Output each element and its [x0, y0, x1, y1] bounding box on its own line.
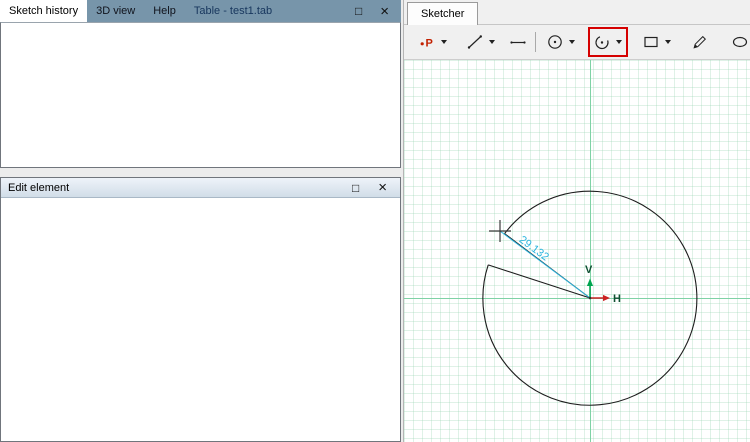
edit-window-buttons: □ ×: [352, 180, 393, 195]
sketch-history-panel: Sketch history 3D view Help Table - test…: [0, 0, 401, 168]
radius-dimension-label: 29.132: [517, 234, 551, 264]
rectangle-tool-group: [640, 31, 674, 53]
line-tool-dropdown[interactable]: [486, 31, 498, 53]
horizontal-line-tool-button[interactable]: [508, 31, 527, 53]
maximize-icon[interactable]: □: [352, 182, 359, 194]
spline-tool-button[interactable]: [690, 31, 709, 53]
origin-point: [588, 296, 592, 300]
point-icon: P: [420, 38, 433, 50]
tab-sketch-history[interactable]: Sketch history: [0, 0, 88, 22]
sketch-history-content: [0, 22, 401, 168]
sketch-canvas[interactable]: 29.132 H V: [404, 59, 750, 442]
panel-window-buttons: □ ×: [355, 0, 401, 22]
h-axis-arrowhead: [603, 294, 610, 302]
dimension-leader-line: [499, 230, 591, 299]
maximize-icon[interactable]: □: [355, 5, 362, 17]
sketch-drawing: 29.132 H V: [404, 60, 750, 442]
tab-help[interactable]: Help: [144, 0, 185, 22]
rectangle-tool-dropdown[interactable]: [662, 31, 674, 53]
point-tool-group: P: [416, 31, 450, 53]
circle-tool-group: [544, 31, 578, 53]
v-axis-arrowhead: [586, 278, 594, 286]
edit-element-panel: Edit element □ ×: [0, 177, 401, 442]
line-tool-button[interactable]: [464, 31, 486, 53]
circle-icon: [548, 35, 563, 49]
ellipse-tool-button[interactable]: [731, 31, 750, 53]
rectangle-icon: [644, 36, 658, 48]
arc-tool-group-highlighted: [588, 27, 629, 57]
arc-tool-dropdown[interactable]: [613, 31, 625, 53]
chevron-down-icon: [665, 40, 672, 44]
ellipse-icon: [733, 36, 748, 48]
h-axis-label: H: [613, 293, 621, 305]
point-tool-button[interactable]: P: [416, 31, 438, 53]
edit-element-title: Edit element: [8, 181, 70, 194]
v-axis-label: V: [585, 264, 593, 276]
svg-text:P: P: [426, 38, 433, 50]
chevron-down-icon: [616, 40, 623, 44]
line-tool-group: [464, 31, 498, 53]
edit-element-header: Edit element □ ×: [1, 178, 400, 198]
line-icon: [467, 35, 482, 49]
arc-end-radius-line: [488, 264, 591, 299]
left-panel-tabbar: Sketch history 3D view Help Table - test…: [0, 0, 401, 22]
chevron-down-icon: [489, 40, 495, 44]
sketcher-pane: Sketcher P 29.132 H V: [403, 0, 750, 442]
chevron-down-icon: [441, 40, 447, 44]
tab-table-test1[interactable]: Table - test1.tab: [185, 0, 281, 22]
circle-tool-dropdown[interactable]: [566, 31, 578, 53]
app-window: Sketch history 3D view Help Table - test…: [0, 0, 750, 442]
tab-3d-view[interactable]: 3D view: [87, 0, 144, 22]
circle-tool-button[interactable]: [544, 31, 566, 53]
horizontal-line-icon: [510, 41, 526, 44]
arc-tool-button[interactable]: [591, 31, 613, 53]
close-icon[interactable]: ×: [380, 4, 389, 19]
pencil-icon: [693, 35, 706, 49]
point-tool-dropdown[interactable]: [438, 31, 450, 53]
rectangle-tool-button[interactable]: [640, 31, 662, 53]
tab-sketcher[interactable]: Sketcher: [407, 2, 479, 25]
chevron-down-icon: [569, 40, 576, 44]
arc-icon: [595, 36, 609, 50]
crosshair-cursor: [489, 220, 511, 242]
close-icon[interactable]: ×: [378, 180, 387, 195]
toolbar-separator: [535, 32, 537, 52]
sketcher-toolbar: P: [404, 25, 750, 59]
